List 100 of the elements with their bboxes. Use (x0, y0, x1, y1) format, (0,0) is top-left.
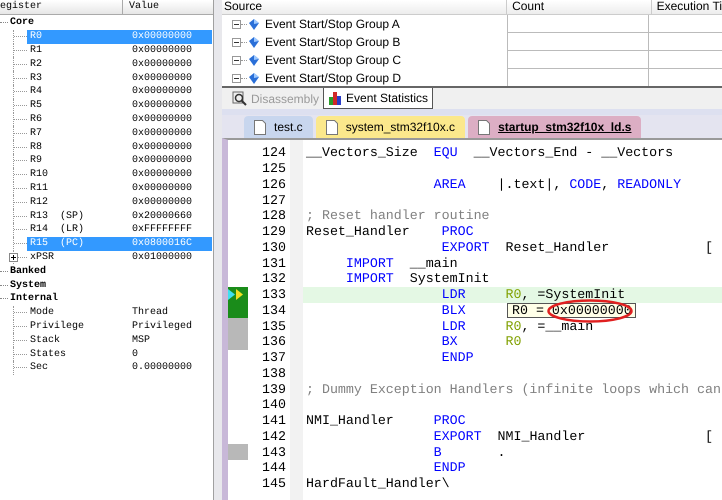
register-row[interactable]: R6 0x00000000 (27, 112, 212, 126)
code-token: __main (408, 256, 458, 271)
register-name: R3 (29, 72, 44, 84)
line-number: 134 (261, 302, 286, 318)
register-row[interactable]: R4 0x00000000 (27, 84, 212, 99)
column-header[interactable]: Count (507, 0, 652, 14)
code-token: . (496, 444, 506, 460)
register-row[interactable]: Sec 0.00000000 (27, 360, 212, 375)
register-name: xPSR (29, 252, 56, 263)
code-token: BX (440, 334, 458, 350)
line-number: 126 (261, 176, 286, 192)
register-name: R2 (29, 58, 44, 70)
register-row[interactable]: R11 0x00000000 (27, 182, 212, 196)
register-name: R14 (LR) (29, 224, 86, 236)
line-number: 131 (261, 256, 286, 271)
code-token: ENDP (440, 350, 474, 366)
register-row[interactable]: Privilege Privileged (27, 320, 212, 334)
line-number: 137 (261, 350, 286, 366)
file-tab[interactable]: test.c (244, 116, 313, 138)
line-number: 143 (261, 444, 286, 460)
file-tab[interactable]: startup_stm32f10x_ld.s (468, 116, 642, 138)
register-value: Thread (132, 307, 168, 318)
collapse-icon[interactable] (232, 56, 241, 64)
code-token: IMPORT (344, 256, 394, 271)
register-row[interactable]: R3 0x00000000 (27, 71, 212, 85)
tree-group[interactable]: System (10, 280, 46, 291)
code-token: R0 (504, 334, 522, 350)
code-token: CODE (569, 176, 602, 192)
code-token: |.text|, (496, 176, 562, 192)
tree-group[interactable]: Internal (10, 293, 58, 304)
code-token: AREA (432, 176, 466, 192)
code-token: [ (704, 428, 713, 444)
event-source[interactable]: Event Start/Stop Group D (265, 71, 402, 85)
register-value: 0 (132, 348, 138, 360)
code-token: ; Reset handler routine (306, 208, 490, 224)
register-row[interactable]: R2 0x00000000 (27, 57, 212, 72)
register-row[interactable]: R10 0x00000000 (27, 168, 212, 182)
column-header[interactable]: Execution Ti (652, 0, 722, 14)
line-number: 127 (261, 192, 286, 208)
register-name: Mode (29, 307, 56, 318)
collapse-icon[interactable] (232, 74, 241, 82)
line-number: 129 (261, 224, 286, 240)
register-name: R8 (29, 142, 44, 153)
register-name: R10 (29, 169, 50, 180)
document-icon (478, 120, 490, 134)
code-token: ENDP (432, 460, 466, 476)
column-header[interactable]: egister (0, 0, 123, 14)
register-row[interactable]: xPSR 0x01000000 (27, 250, 212, 264)
code-token: , (601, 176, 610, 192)
register-row[interactable]: R5 0x00000000 (27, 98, 212, 113)
register-row[interactable]: R9 0x00000000 (27, 154, 212, 168)
diamond-icon (249, 36, 259, 48)
code-token: PROC (434, 413, 466, 428)
register-value: 0x00000000 (132, 196, 192, 208)
register-row[interactable]: Stack MSP (27, 333, 212, 348)
event-source[interactable]: Event Start/Stop Group B (265, 35, 400, 49)
file-tab[interactable]: system_stm32f10x.c (316, 116, 466, 138)
register-name: States (29, 348, 68, 360)
register-name: R5 (29, 100, 44, 112)
line-number: 130 (261, 240, 286, 255)
code-token: NMI_Handler (306, 413, 395, 428)
panel-tab[interactable]: Event Statistics (323, 88, 434, 109)
event-source[interactable]: Event Start/Stop Group A (265, 17, 400, 31)
code-token: B (432, 444, 442, 460)
code-token: R0 (504, 287, 522, 302)
register-value: 0x00000000 (132, 128, 192, 139)
register-value: 0x00000000 (132, 31, 192, 42)
register-value: 0xFFFFFFFF (132, 224, 192, 236)
bar-chart-icon (328, 91, 344, 105)
collapse-icon[interactable] (232, 20, 241, 28)
expander-icon[interactable] (9, 252, 18, 262)
register-name: R7 (29, 128, 44, 139)
register-row[interactable]: Mode Thread (27, 306, 212, 320)
register-row[interactable]: States 0 (27, 347, 212, 361)
register-row[interactable]: R8 0x00000000 (27, 140, 212, 154)
register-row[interactable]: R7 0x00000000 (27, 126, 212, 140)
tree-group[interactable]: Core (10, 17, 34, 28)
line-number: 136 (261, 334, 286, 350)
register-name: R4 (29, 86, 44, 98)
code-token: SystemInit (408, 271, 490, 286)
event-source[interactable]: Event Start/Stop Group C (265, 53, 402, 67)
diamond-icon (249, 54, 259, 66)
line-number: 145 (261, 476, 286, 492)
tree-group[interactable]: Banked (10, 266, 46, 277)
register-row[interactable]: R1 0x00000000 (27, 44, 212, 58)
code-token: LDR (440, 318, 466, 334)
current-line-arrow-icon (228, 289, 245, 300)
column-header[interactable]: Value (123, 0, 160, 14)
register-row[interactable]: R13 (SP) 0x20000660 (27, 209, 212, 223)
line-number: 141 (261, 413, 286, 428)
register-name: Stack (29, 334, 62, 346)
register-row[interactable]: R12 0x00000000 (27, 195, 212, 210)
code-token: EXPORT (440, 240, 490, 255)
magnifier-icon (232, 91, 248, 106)
register-row[interactable]: R14 (LR) 0xFFFFFFFF (27, 222, 212, 237)
column-header[interactable]: Source (222, 0, 508, 14)
collapse-icon[interactable] (232, 38, 241, 46)
line-number: 139 (261, 382, 286, 397)
code-token: Reset_Handler (504, 240, 610, 255)
line-number: 132 (261, 271, 286, 286)
